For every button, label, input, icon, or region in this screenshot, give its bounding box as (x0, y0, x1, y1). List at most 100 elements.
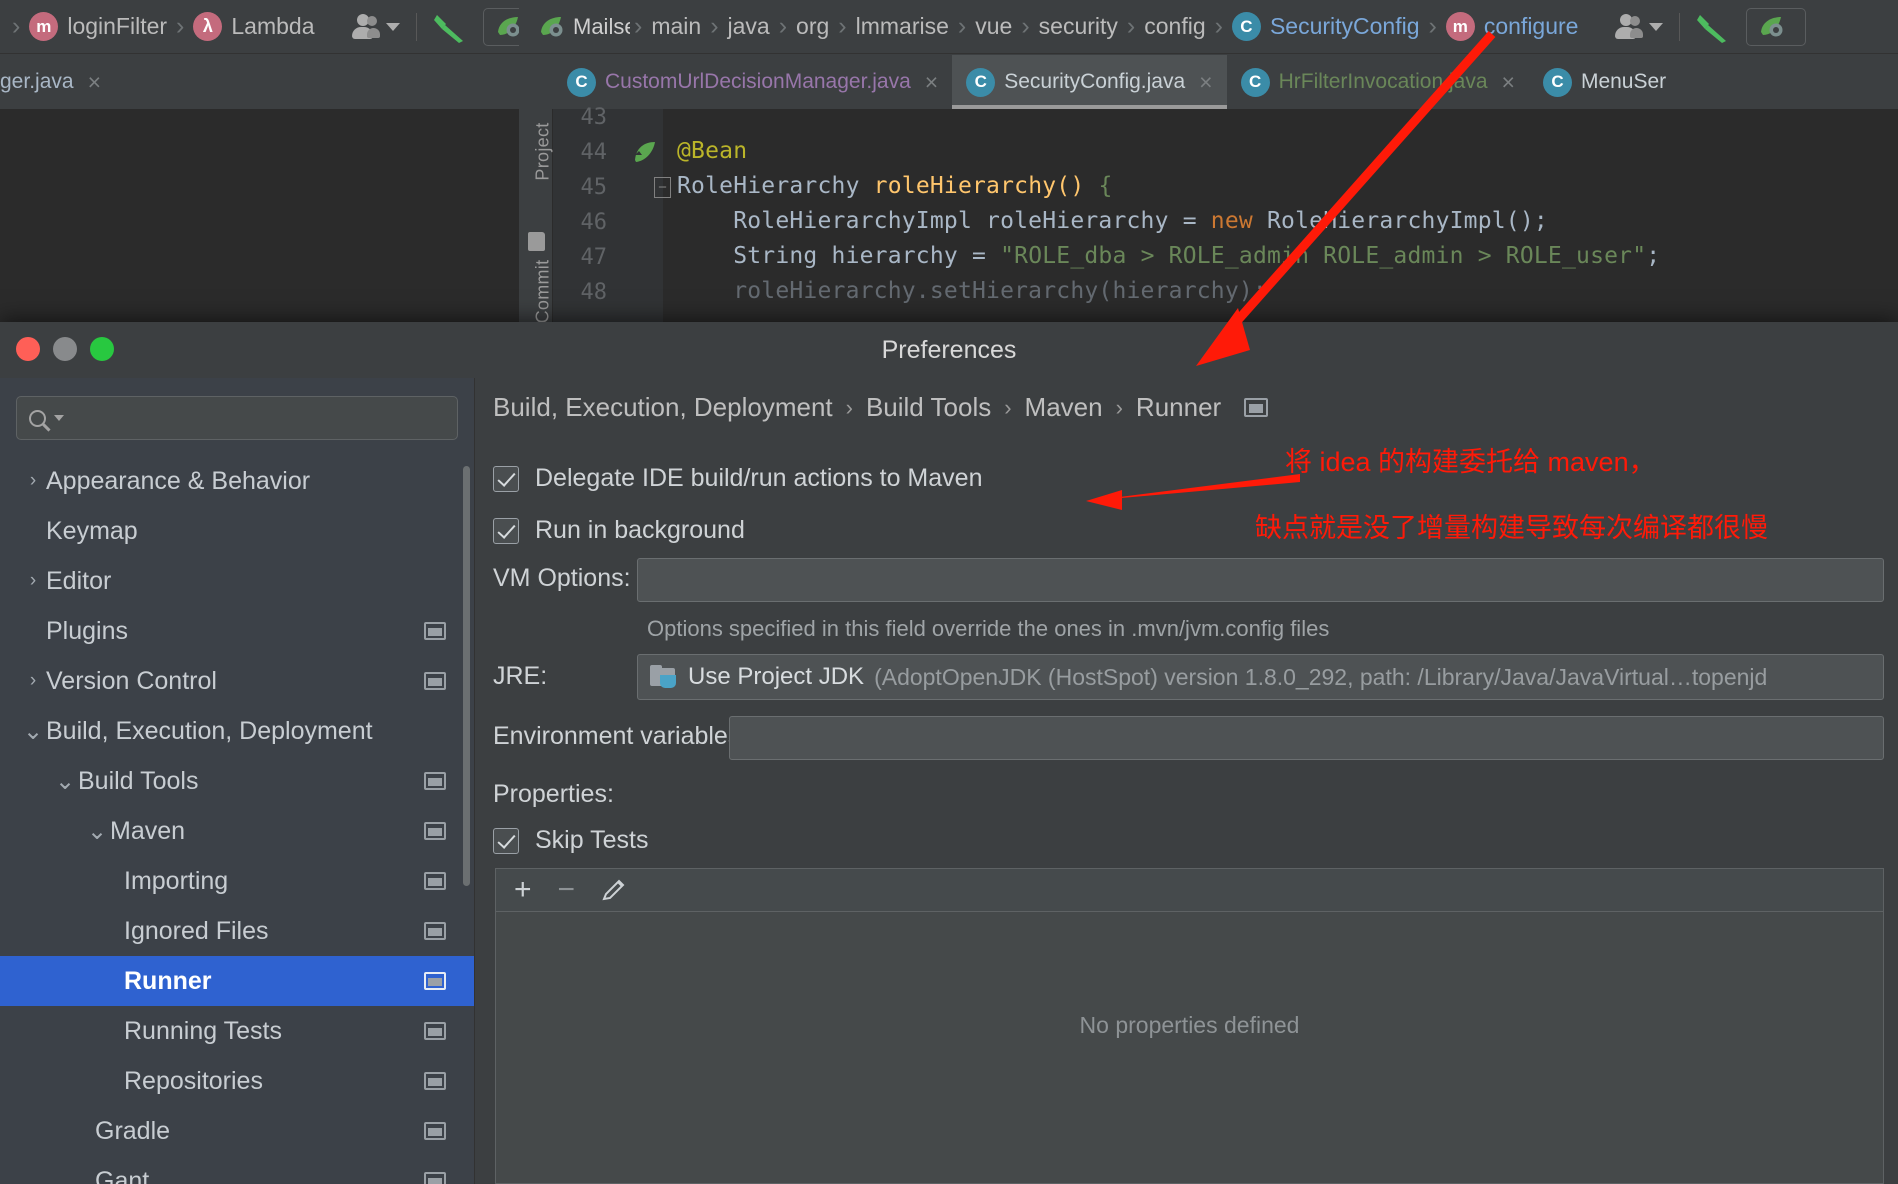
sidebar-item-repositories[interactable]: Repositories (0, 1056, 474, 1106)
code-editor[interactable]: @Bean RoleHierarchy roleHierarchy() { Ro… (663, 109, 1898, 330)
sidebar-item-running-tests[interactable]: Running Tests (0, 1006, 474, 1056)
tab-label: HrFilterInvocation.java (1278, 70, 1488, 93)
tool-window-button-commit[interactable]: Commit (533, 252, 554, 332)
chevron-down-icon[interactable]: ⌄ (84, 817, 110, 846)
sidebar-item-appearance-behavior[interactable]: › Appearance & Behavior (0, 456, 474, 506)
breadcrumb-item-build-tools[interactable]: Build Tools (866, 392, 991, 423)
breadcrumb-separator-icon: › (1428, 12, 1437, 40)
chevron-down-icon (1649, 22, 1664, 31)
sidebar-item-ignored-files[interactable]: Ignored Files (0, 906, 474, 956)
breadcrumb-item-securityconfig[interactable]: SecurityConfig (1270, 13, 1420, 40)
project-scope-icon[interactable] (1244, 398, 1269, 417)
code-line-46: RoleHierarchyImpl roleHierarchy = new Ro… (677, 208, 1548, 234)
close-icon[interactable]: × (1199, 69, 1212, 96)
close-icon[interactable]: × (88, 69, 101, 96)
properties-table[interactable]: No properties defined (495, 912, 1884, 1184)
vm-options-input[interactable] (637, 558, 1884, 602)
jre-selector[interactable]: Use Project JDK (AdoptOpenJDK (HostSpot)… (637, 654, 1884, 700)
sidebar-item-label: Keymap (46, 516, 138, 545)
chevron-down-icon[interactable]: ⌄ (52, 767, 78, 796)
chevron-right-icon[interactable]: › (20, 470, 46, 492)
skip-tests-checkbox-row[interactable]: Skip Tests (493, 826, 648, 855)
sidebar-item-importing[interactable]: Importing (0, 856, 474, 906)
run-in-background-checkbox[interactable] (493, 517, 519, 544)
breadcrumb-item-config[interactable]: config (1144, 13, 1205, 40)
close-window-button[interactable] (16, 337, 40, 361)
chevron-down-icon[interactable]: ⌄ (20, 717, 46, 746)
sidebar-item-runner[interactable]: Runner (0, 956, 474, 1006)
search-container (0, 378, 474, 448)
tab-label: SecurityConfig.java (1004, 70, 1186, 93)
breadcrumb-item-lambda[interactable]: λ Lambda (193, 12, 315, 41)
environment-variables-input[interactable] (729, 716, 1884, 760)
sidebar-item-plugins[interactable]: › Plugins (0, 606, 474, 656)
run-configuration-selector-2[interactable] (1746, 7, 1807, 46)
breadcrumb-item-java[interactable]: java (728, 13, 770, 40)
hammer-icon[interactable] (433, 11, 467, 43)
run-in-background-checkbox-row[interactable]: Run in background (493, 516, 745, 545)
breadcrumb-item-org[interactable]: org (796, 13, 829, 40)
delegate-to-maven-checkbox-row[interactable]: Delegate IDE build/run actions to Maven (493, 464, 982, 493)
pencil-icon[interactable] (601, 877, 627, 903)
code-line-44: @Bean (677, 138, 748, 164)
user-selector[interactable] (1612, 13, 1664, 40)
sidebar-item-label: Plugins (46, 616, 128, 645)
breadcrumb-separator-icon: › (1115, 394, 1123, 420)
breadcrumb-label: loginFilter (67, 13, 168, 39)
chevron-right-icon[interactable]: › (20, 570, 46, 592)
remove-property-button[interactable]: − (558, 875, 576, 905)
editor-tab[interactable]: ger.java × (0, 55, 115, 109)
breadcrumb: › main › java › org › lmmarise › vue › s… (634, 12, 1578, 41)
skip-tests-checkbox[interactable] (493, 827, 519, 854)
hammer-icon[interactable] (1696, 11, 1730, 43)
close-icon[interactable]: × (925, 69, 938, 96)
user-selector[interactable] (349, 13, 400, 40)
add-property-button[interactable]: + (514, 875, 532, 905)
breadcrumb-item-maven[interactable]: Maven (1025, 392, 1103, 423)
sidebar-item-label: Ignored Files (124, 916, 269, 945)
spring-leaf-icon (1761, 16, 1783, 36)
window-controls (16, 337, 114, 361)
sidebar-item-version-control[interactable]: › Version Control (0, 656, 474, 706)
editor-tab-hrfilterinvocation[interactable]: C HrFilterInvocation.java × (1227, 55, 1529, 109)
sidebar-item-keymap[interactable]: › Keymap (0, 506, 474, 556)
sidebar-item-maven[interactable]: ⌄ Maven (0, 806, 474, 856)
sidebar-item-editor[interactable]: › Editor (0, 556, 474, 606)
sidebar-item-build-tools[interactable]: ⌄ Build Tools (0, 756, 474, 806)
breadcrumb-item-loginfilter[interactable]: m loginFilter (29, 12, 167, 41)
breadcrumb-item-vue[interactable]: vue (975, 13, 1012, 40)
editor-tab-securityconfig[interactable]: C SecurityConfig.java × (952, 55, 1227, 109)
tool-window-button-project[interactable]: Project (533, 112, 554, 192)
run-configuration-selector[interactable]: Mailse (527, 8, 630, 46)
search-input[interactable] (16, 396, 458, 440)
editor-gutter[interactable]: 43 44 45 46 47 48 − (553, 105, 671, 330)
breadcrumb-separator-icon: › (1004, 394, 1012, 420)
sidebar-item-label: Maven (110, 816, 186, 845)
zoom-window-button[interactable] (90, 337, 114, 361)
chevron-right-icon[interactable]: › (20, 670, 46, 692)
delegate-to-maven-checkbox[interactable] (493, 465, 519, 492)
minimize-window-button[interactable] (53, 337, 77, 361)
project-scope-icon (424, 922, 446, 940)
right-editor-body: Project Commit 43 44 45 46 47 48 − @Bean (519, 105, 1898, 332)
breadcrumb-item-build-execution-deployment[interactable]: Build, Execution, Deployment (493, 392, 833, 423)
sidebar-item-gant[interactable]: Gant (0, 1156, 474, 1184)
spring-bean-gutter-icon[interactable] (631, 139, 659, 165)
breadcrumb-item-security[interactable]: security (1039, 13, 1118, 40)
tab-label: ger.java (0, 70, 74, 93)
breadcrumb-separator-icon: › (12, 12, 21, 40)
editor-tab-menuser[interactable]: C MenuSer (1529, 55, 1680, 109)
editor-tab-customurldecisionmanager[interactable]: C CustomUrlDecisionManager.java × (553, 55, 952, 109)
line-number: 48 (580, 280, 608, 305)
sidebar-item-label: Build Tools (78, 766, 199, 795)
sidebar-item-build-execution-deployment[interactable]: ⌄ Build, Execution, Deployment (0, 706, 474, 756)
sidebar-item-gradle[interactable]: Gradle (0, 1106, 474, 1156)
breadcrumb-item-lmmarise[interactable]: lmmarise (856, 13, 949, 40)
checkbox-label: Run in background (535, 516, 745, 544)
breadcrumb-item-runner[interactable]: Runner (1136, 392, 1221, 423)
chevron-down-icon (385, 22, 400, 31)
breadcrumb-item-main[interactable]: main (651, 13, 701, 40)
breadcrumb-item-configure[interactable]: configure (1484, 13, 1579, 40)
ide-background: › m loginFilter › λ Lambda ger.java × Ma… (0, 0, 1898, 1184)
close-icon[interactable]: × (1502, 69, 1515, 96)
